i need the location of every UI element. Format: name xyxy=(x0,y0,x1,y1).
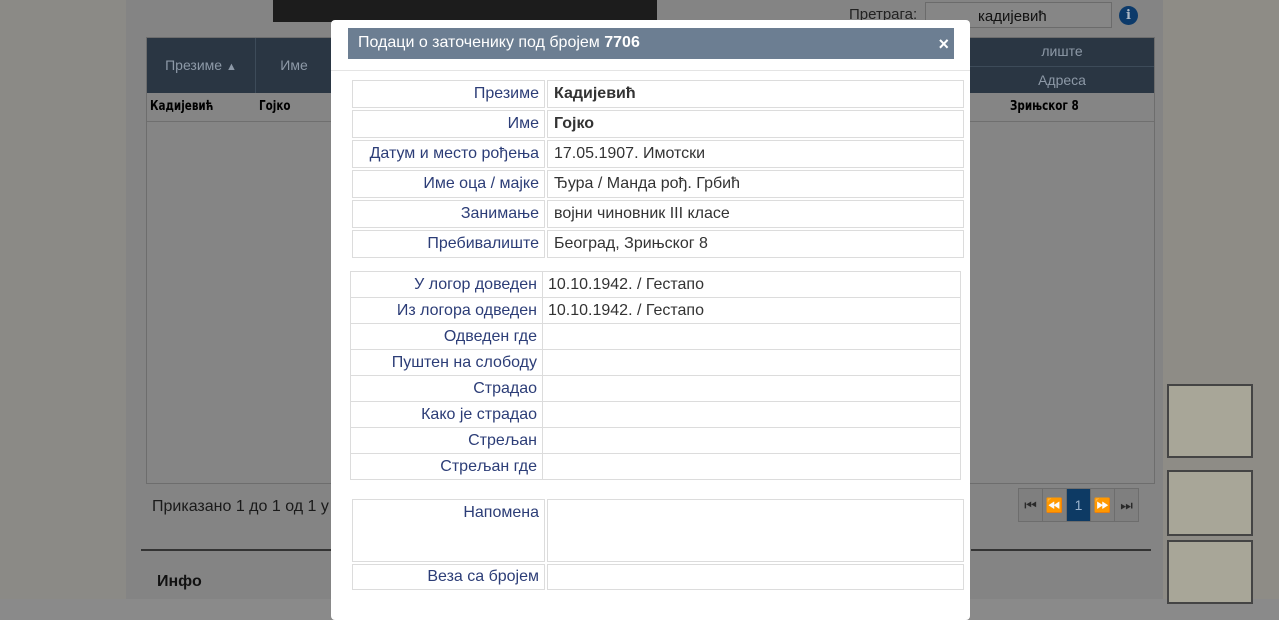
detail-row: Име Гојко xyxy=(352,110,964,138)
detail-row: Име оца / мајке Ђура / Манда рођ. Грбић xyxy=(352,170,964,198)
dialog-title: Подаци о заточенику под бројем 7706 xyxy=(358,34,640,52)
cell-name: Гојко xyxy=(259,99,291,114)
field-value: 17.05.1907. Имотски xyxy=(547,140,964,168)
dialog-title-bar: Подаци о заточенику под бројем 7706 × xyxy=(348,28,954,59)
detail-row: Како је страдао xyxy=(350,401,961,428)
detail-row: Напомена xyxy=(352,499,964,562)
field-label: Датум и место рођења xyxy=(352,140,545,168)
field-label: Стрељан где xyxy=(350,453,543,480)
field-label: Како је страдао xyxy=(350,401,543,428)
column-header-name[interactable]: Име xyxy=(256,38,333,93)
info-icon[interactable]: i xyxy=(1119,6,1138,25)
detail-row: Презиме Кадијевић xyxy=(352,80,964,108)
table-status: Приказано 1 до 1 од 1 у xyxy=(152,498,329,515)
field-label: Име xyxy=(352,110,545,138)
barbed-wire-divider xyxy=(141,549,331,551)
field-value xyxy=(542,427,961,454)
detail-row: Одведен где xyxy=(350,323,961,350)
detail-row: Пребивалиште Београд, Зрињског 8 xyxy=(352,230,964,258)
dialog-divider xyxy=(331,70,970,71)
field-value xyxy=(542,323,961,350)
field-value xyxy=(542,453,961,480)
info-heading: Инфо xyxy=(157,573,202,590)
field-label: Занимање xyxy=(352,200,545,228)
sort-icon: ▲ xyxy=(225,61,237,73)
field-value: Гојко xyxy=(547,110,964,138)
field-label: Страдао xyxy=(350,375,543,402)
column-header-label: Презиме xyxy=(165,57,223,73)
column-header-address[interactable]: Адреса xyxy=(970,66,1154,94)
field-label: Име оца / мајке xyxy=(352,170,545,198)
field-value xyxy=(542,349,961,376)
field-value: Београд, Зрињског 8 xyxy=(547,230,964,258)
first-page-button[interactable]: ⏮ xyxy=(1018,488,1043,522)
detail-row: Пуштен на слободу xyxy=(350,349,961,376)
pagination: ⏮ ⏪ 1 ⏩ ⏭ xyxy=(1018,488,1139,522)
cell-surname: Кадијевић xyxy=(150,99,214,114)
field-label: У логор доведен xyxy=(350,271,543,298)
link-value xyxy=(547,564,964,590)
field-label: Одведен где xyxy=(350,323,543,350)
field-label: Из логора одведен xyxy=(350,297,543,324)
column-header-surname[interactable]: Презиме ▲ xyxy=(147,38,256,93)
dialog-title-text: Подаци о заточенику под бројем xyxy=(358,34,600,51)
prisoner-details-dialog: Подаци о заточенику под бројем 7706 × Пр… xyxy=(331,20,970,620)
background-map-left xyxy=(0,0,126,599)
field-label: Презиме xyxy=(352,80,545,108)
last-page-button[interactable]: ⏭ xyxy=(1114,488,1139,522)
column-group-header: лиште xyxy=(1041,43,1083,59)
field-value xyxy=(542,375,961,402)
close-icon[interactable]: × xyxy=(938,34,949,55)
page-number-button[interactable]: 1 xyxy=(1066,488,1091,522)
field-label: Пуштен на слободу xyxy=(350,349,543,376)
detail-row: Стрељан xyxy=(350,427,961,454)
field-value: 10.10.1942. / Гестапо xyxy=(542,297,961,324)
previous-page-button[interactable]: ⏪ xyxy=(1042,488,1067,522)
link-label: Веза са бројем xyxy=(352,564,545,590)
detail-row: Занимање војни чиновник III класе xyxy=(352,200,964,228)
detail-row: Стрељан где xyxy=(350,453,961,480)
detail-row: Веза са бројем xyxy=(352,564,964,590)
field-value: 10.10.1942. / Гестапо xyxy=(542,271,961,298)
cell-address: Зрињског 8 xyxy=(1010,99,1079,114)
detail-row: Страдао xyxy=(350,375,961,402)
field-label: Пребивалиште xyxy=(352,230,545,258)
detail-row: У логор доведен 10.10.1942. / Гестапо xyxy=(350,271,961,298)
detail-row: Датум и место рођења 17.05.1907. Имотски xyxy=(352,140,964,168)
camp-info-table: У логор доведен 10.10.1942. / Гестапо Из … xyxy=(350,271,961,480)
background-map-right xyxy=(1163,0,1279,604)
note-value xyxy=(547,499,964,562)
field-value: Ђура / Манда рођ. Грбић xyxy=(547,170,964,198)
note-label: Напомена xyxy=(352,499,545,562)
notes-table: Напомена Веза са бројем xyxy=(350,497,966,592)
field-value: војни чиновник III класе xyxy=(547,200,964,228)
field-label: Стрељан xyxy=(350,427,543,454)
detail-row: Из логора одведен 10.10.1942. / Гестапо xyxy=(350,297,961,324)
field-value: Кадијевић xyxy=(547,80,964,108)
prisoner-number: 7706 xyxy=(604,34,640,51)
next-page-button[interactable]: ⏩ xyxy=(1090,488,1115,522)
field-value xyxy=(542,401,961,428)
header-photo xyxy=(273,0,657,22)
barbed-wire-divider xyxy=(971,549,1151,551)
column-header-label: Име xyxy=(280,57,308,73)
personal-info-table: Презиме Кадијевић Име Гојко Датум и мест… xyxy=(350,78,966,260)
